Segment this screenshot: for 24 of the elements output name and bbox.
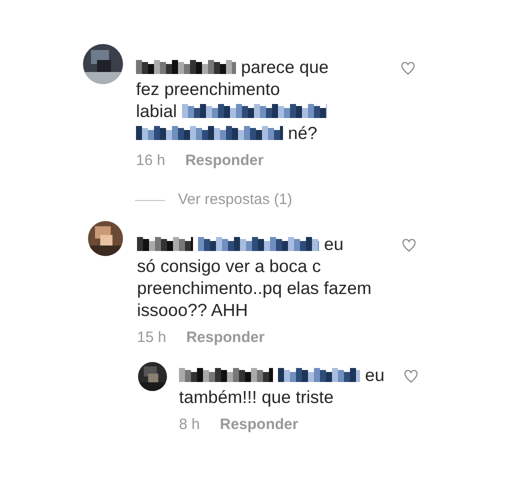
avatar[interactable] [88, 221, 123, 256]
heart-icon[interactable] [404, 370, 418, 383]
comment-text: eu [365, 364, 384, 386]
comment-text: labial [136, 100, 177, 122]
avatar[interactable] [83, 44, 123, 84]
reply-button[interactable]: Responder [186, 329, 265, 346]
avatar[interactable] [138, 362, 167, 391]
redacted-username [137, 235, 193, 253]
comment-text: só consigo ver a boca c [137, 255, 321, 277]
view-replies-button[interactable]: Ver respostas (1) [178, 189, 292, 211]
heart-icon[interactable] [401, 62, 415, 75]
comment-text: também!!! que triste [179, 386, 334, 408]
comment-text: eu [324, 233, 344, 255]
comment-text: parece que [241, 56, 329, 78]
heart-icon[interactable] [402, 239, 416, 252]
comment-text: né? [288, 122, 318, 144]
comment-text: fez preenchimento [136, 78, 280, 100]
comment-time: 15 h [137, 329, 166, 346]
comment-time: 8 h [179, 416, 200, 433]
comment-text: preenchimento..pq elas fazem [137, 277, 372, 299]
reply-button[interactable]: Responder [185, 152, 264, 169]
comment-time: 16 h [136, 152, 166, 169]
comment-text: issooo?? AHH [137, 299, 248, 321]
reply-button[interactable]: Responder [220, 416, 298, 433]
